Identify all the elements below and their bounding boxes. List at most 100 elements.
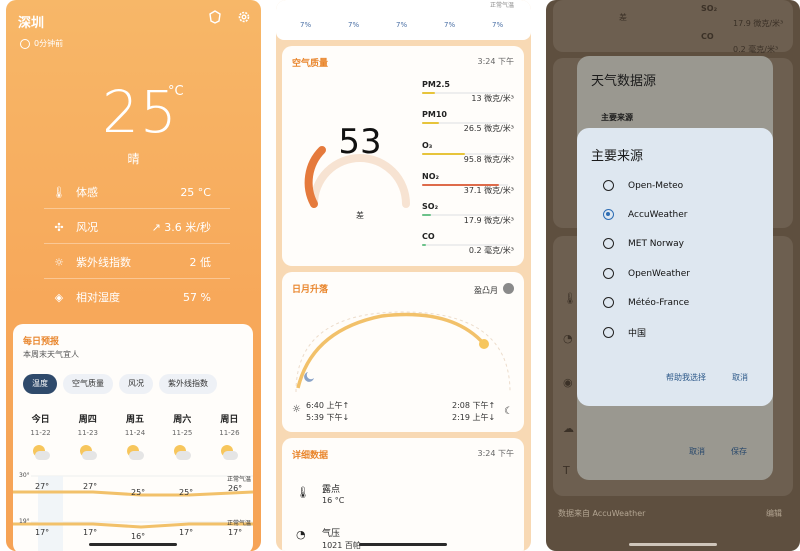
forecast-day[interactable]: 周日 11-26 xyxy=(206,412,253,463)
uv-icon: ☼ xyxy=(54,255,64,269)
metric-label: 风况 xyxy=(76,221,98,234)
normal-low-label: 正常气温 xyxy=(227,520,252,527)
home-indicator[interactable] xyxy=(629,543,717,546)
weather-detail-screen: 7% 7% 7% 7% 7% 正常气温 空气质量 3:24 下午 53 差 PM… xyxy=(276,0,531,551)
day-date: 11-24 xyxy=(124,429,146,437)
normal-temp-note: 正常气温 xyxy=(490,2,515,9)
pollutant-value: 17.9 微克/米³ xyxy=(463,216,514,225)
metric-value: 2 低 xyxy=(189,256,212,269)
details-card[interactable]: 详细数据 3:24 下午 🌡 露点 16 °C ◔ 气压 1021 百帕 xyxy=(282,438,524,551)
precipitation-strip: 7% 7% 7% 7% 7% 正常气温 xyxy=(276,0,531,40)
primary-source-label[interactable]: 主要来源 xyxy=(601,112,633,123)
alerts-icon[interactable] xyxy=(208,10,222,28)
radio-button[interactable] xyxy=(603,297,614,308)
data-provider-note: 数据来自 AccuWeather xyxy=(558,509,646,518)
metric-feels-like: 🌡 体感 25 °C xyxy=(6,178,261,206)
primary-source-dialog: 主要来源 Open-Meteo AccuWeather MET Norway O… xyxy=(577,128,773,406)
metric-label: 相对湿度 xyxy=(76,291,120,304)
radio-button[interactable] xyxy=(603,327,614,338)
day-name: 周日 xyxy=(220,415,239,425)
dialog-cancel-button[interactable]: 取消 xyxy=(732,372,748,383)
background-aqi-card: SO₂ 17.9 微克/米³ CO 0.2 毫克/米³ 差 xyxy=(553,0,793,54)
metric-label: 紫外线指数 xyxy=(76,256,131,269)
forecast-days: 今日 11-22 周四 11-23 周五 11-24 周六 11-25 周日 1… xyxy=(17,412,253,463)
pollutant-value: 26.5 微克/米³ xyxy=(463,124,514,133)
dew-point-icon: 🌡 xyxy=(296,486,310,499)
pollutant-value: 37.1 微克/米³ xyxy=(463,186,514,195)
forecast-day[interactable]: 周五 11-24 xyxy=(111,412,158,463)
source-option-openweather[interactable]: OpenWeather xyxy=(603,268,690,279)
forecast-day[interactable]: 周六 11-25 xyxy=(159,412,206,463)
sun-moon-card[interactable]: 日月升落 盈凸月 ☼ 6:40 上午↑ 5:39 下午↓ 2:08 下午↑ 2:… xyxy=(282,272,524,432)
chip-air-quality[interactable]: 空气质量 xyxy=(63,374,113,394)
wind-icon: ✣ xyxy=(54,220,64,234)
pressure-value: 1021 百帕 xyxy=(322,541,361,550)
normal-high-label: 正常气温 xyxy=(227,476,252,483)
pollutant-bar xyxy=(422,153,465,155)
pressure-gauge-icon: ◔ xyxy=(296,528,306,541)
high-temp: 27° xyxy=(35,482,50,491)
divider xyxy=(44,243,230,244)
source-option-meteo-france[interactable]: Météo-France xyxy=(603,297,689,308)
home-indicator[interactable] xyxy=(359,543,447,546)
pollutant-pm10: PM10 26.5 微克/米³ xyxy=(422,110,514,134)
option-label: MET Norway xyxy=(628,238,684,249)
chip-wind[interactable]: 风况 xyxy=(119,374,153,394)
pollutant-o3: O₃ 95.8 微克/米³ xyxy=(422,141,514,165)
axis-top-label: 30° xyxy=(19,472,30,479)
city-name[interactable]: 深圳 xyxy=(18,12,44,31)
sun-arc xyxy=(295,311,511,393)
pollutant-name: PM2.5 xyxy=(422,80,450,89)
weather-source-title: 天气数据源 xyxy=(591,74,657,89)
help-me-choose-button[interactable]: 帮助我选择 xyxy=(666,372,706,383)
partly-cloudy-icon xyxy=(173,445,192,463)
pollutant-bar xyxy=(422,92,435,94)
source-option-met-norway[interactable]: MET Norway xyxy=(603,238,684,249)
sun-icon: ☼ xyxy=(292,404,301,415)
chip-uv-index[interactable]: 紫外线指数 xyxy=(159,374,217,394)
partly-cloudy-icon xyxy=(79,445,97,463)
high-temp: 25° xyxy=(179,488,194,497)
back-cancel-button[interactable]: 取消 xyxy=(689,446,705,457)
option-label: OpenWeather xyxy=(628,268,690,279)
source-option-open-meteo[interactable]: Open-Meteo xyxy=(603,180,683,191)
moon-phase: 盈凸月 xyxy=(474,286,498,295)
edit-button[interactable]: 编辑 xyxy=(766,508,782,519)
settings-gear-icon[interactable] xyxy=(237,10,251,28)
bg-thermometer-icon: 🌡 xyxy=(563,292,577,305)
source-option-china[interactable]: 中国 xyxy=(603,326,646,339)
bg-aqi-level: 差 xyxy=(619,13,627,22)
precip-percent: 7% xyxy=(396,21,408,29)
back-save-button[interactable]: 保存 xyxy=(731,446,747,457)
pollutant-name: O₃ xyxy=(422,141,433,150)
source-option-accuweather[interactable]: AccuWeather xyxy=(603,209,688,220)
chip-temperature[interactable]: 温度 xyxy=(23,374,57,394)
radio-button[interactable] xyxy=(603,238,614,249)
axis-bottom-label: 19° xyxy=(19,518,30,525)
aqi-value: 53 xyxy=(338,122,382,162)
pressure-label: 气压 xyxy=(322,529,341,539)
moon-phase-icon xyxy=(503,283,514,294)
day-date: 11-25 xyxy=(172,429,193,437)
radio-button-selected[interactable] xyxy=(603,209,614,220)
low-temp: 17° xyxy=(83,528,98,537)
metric-value: ↗ 3.6 米/秒 xyxy=(151,221,211,234)
temperature-chart: 30° 19° 27° 27° 25° 25° 26° 正常气温 17° 17°… xyxy=(13,472,253,551)
day-name: 周五 xyxy=(126,415,145,425)
home-indicator[interactable] xyxy=(89,543,177,546)
air-quality-card[interactable]: 空气质量 3:24 下午 53 差 PM2.5 13 微克/米³ PM10 26… xyxy=(282,46,524,266)
high-temp: 25° xyxy=(131,488,146,497)
pollutant-so2: SO₂ 17.9 微克/米³ xyxy=(422,202,514,226)
pollutant-value: 13 微克/米³ xyxy=(471,94,514,103)
humidity-icon: ◈ xyxy=(54,290,64,304)
weather-main-screen: 深圳 0分钟前 25 °C 晴 🌡 体感 25 °C ✣ 风况 ↗ 3.6 米/… xyxy=(6,0,261,551)
day-name: 周六 xyxy=(173,415,192,425)
metric-humidity: ◈ 相对湿度 57 % xyxy=(6,283,261,311)
radio-button[interactable] xyxy=(603,268,614,279)
radio-button[interactable] xyxy=(603,180,614,191)
option-label: 中国 xyxy=(628,329,647,339)
moonrise-time: 2:08 下午↑ xyxy=(452,401,496,410)
forecast-day[interactable]: 周四 11-23 xyxy=(64,412,111,463)
forecast-day[interactable]: 今日 11-22 xyxy=(17,412,64,463)
low-temp: 16° xyxy=(131,532,146,541)
